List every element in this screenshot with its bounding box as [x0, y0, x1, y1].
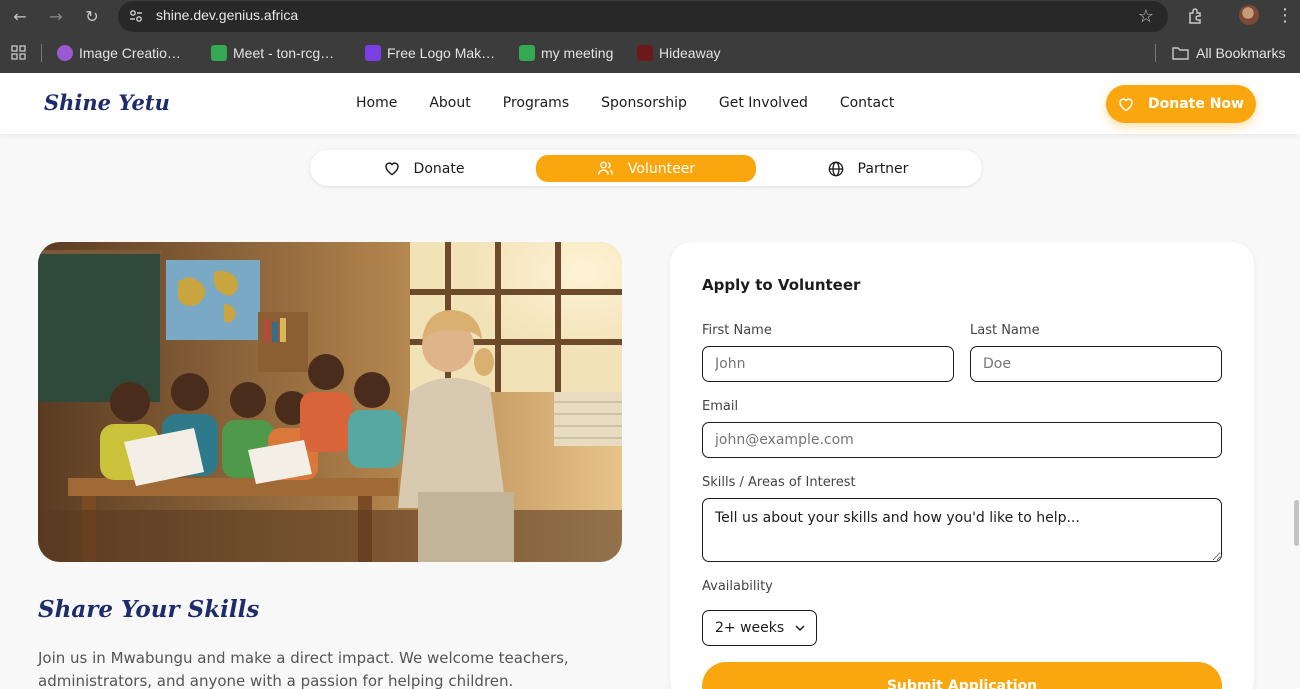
image-creator-favicon [57, 45, 73, 61]
google-meet-favicon [211, 45, 227, 61]
bookmark-label: Meet - ton-rcg… [233, 45, 335, 61]
tab-partner[interactable]: Partner [758, 155, 978, 182]
google-meet-favicon [519, 45, 535, 61]
bookmark-item[interactable]: Meet - ton-rcg… [211, 44, 334, 62]
email-label: Email [702, 399, 739, 414]
last-name-input[interactable] [970, 346, 1222, 382]
donate-now-button[interactable]: Donate Now [1106, 85, 1256, 123]
folder-icon [1172, 47, 1189, 60]
form-title: Apply to Volunteer [702, 276, 861, 294]
tab-label: Partner [857, 160, 909, 177]
site-header: Shine Yetu Home About Programs Sponsorsh… [0, 73, 1300, 134]
main-nav: Home About Programs Sponsorship Get Invo… [356, 95, 926, 111]
nav-contact[interactable]: Contact [840, 95, 894, 111]
nav-home[interactable]: Home [356, 95, 397, 111]
bookmark-item[interactable]: my meeting [519, 44, 613, 62]
extensions-icon[interactable] [1186, 6, 1206, 26]
bookmark-label: Image Creatio… [79, 45, 181, 61]
first-name-input[interactable] [702, 346, 954, 382]
heart-icon [384, 162, 399, 176]
section-title: Share Your Skills [38, 596, 260, 623]
bookmark-item[interactable]: Free Logo Mak… [365, 44, 495, 62]
site-logo[interactable]: Shine Yetu [44, 90, 170, 115]
nav-programs[interactable]: Programs [503, 95, 569, 111]
forward-icon[interactable]: → [46, 7, 66, 27]
nav-sponsorship[interactable]: Sponsorship [601, 95, 687, 111]
availability-label: Availability [702, 579, 773, 594]
last-name-label: Last Name [970, 323, 1040, 338]
back-icon[interactable]: ← [10, 7, 30, 27]
bookmark-item[interactable]: Image Creatio… [57, 44, 181, 62]
profile-avatar[interactable] [1239, 5, 1259, 25]
nav-get-involved[interactable]: Get Involved [719, 95, 808, 111]
users-icon [597, 161, 613, 175]
availability-select[interactable]: 2+ weeks [702, 610, 817, 646]
classroom-illustration [38, 242, 622, 562]
email-input[interactable] [702, 422, 1222, 458]
bookmark-label: my meeting [541, 45, 614, 61]
apps-grid-icon[interactable] [11, 45, 26, 60]
nav-about[interactable]: About [429, 95, 470, 111]
section-description: Join us in Mwabungu and make a direct im… [38, 649, 569, 689]
reload-icon[interactable]: ↻ [82, 7, 102, 27]
tab-label: Volunteer [627, 160, 696, 177]
url-text: shine.dev.genius.africa [156, 7, 299, 23]
browser-toolbar: ← → ↻ shine.dev.genius.africa ☆ ⋮ [0, 0, 1300, 33]
bookmark-label: Hideaway [659, 45, 721, 61]
logo-maker-favicon [365, 45, 381, 61]
tab-volunteer[interactable]: Volunteer [536, 155, 756, 182]
bookmark-item[interactable]: Hideaway [637, 44, 720, 62]
chevron-down-icon [795, 625, 805, 632]
bookmarks-bar: Image Creatio… Meet - ton-rcg… Free Logo… [0, 33, 1300, 73]
bookmarks-divider [1155, 44, 1156, 62]
submit-application-button[interactable]: Submit Application [702, 662, 1222, 689]
bookmark-star-icon[interactable]: ☆ [1138, 6, 1154, 27]
volunteer-classroom-image [38, 242, 622, 562]
all-bookmarks-label: All Bookmarks [1196, 45, 1286, 61]
bookmarks-divider [41, 44, 42, 62]
address-bar[interactable]: shine.dev.genius.africa ☆ [118, 1, 1168, 32]
skills-label: Skills / Areas of Interest [702, 475, 856, 490]
availability-value: 2+ weeks [715, 620, 785, 636]
tab-label: Donate [413, 160, 465, 177]
page-scrollbar[interactable] [1294, 500, 1299, 546]
browser-menu-icon[interactable]: ⋮ [1276, 5, 1294, 26]
site-info-icon[interactable] [128, 8, 144, 24]
heart-icon [1119, 97, 1133, 111]
skills-textarea[interactable] [702, 498, 1222, 562]
all-bookmarks-button[interactable]: All Bookmarks [1172, 44, 1285, 62]
involvement-tabs: Donate Volunteer Partner [310, 150, 982, 186]
bookmark-label: Free Logo Mak… [387, 45, 496, 61]
hideaway-favicon [637, 45, 653, 61]
globe-icon [828, 161, 843, 176]
tab-donate[interactable]: Donate [314, 155, 534, 182]
volunteer-form-card: Apply to Volunteer First Name Last Name … [670, 242, 1254, 689]
donate-now-label: Donate Now [1148, 96, 1244, 112]
first-name-label: First Name [702, 323, 772, 338]
